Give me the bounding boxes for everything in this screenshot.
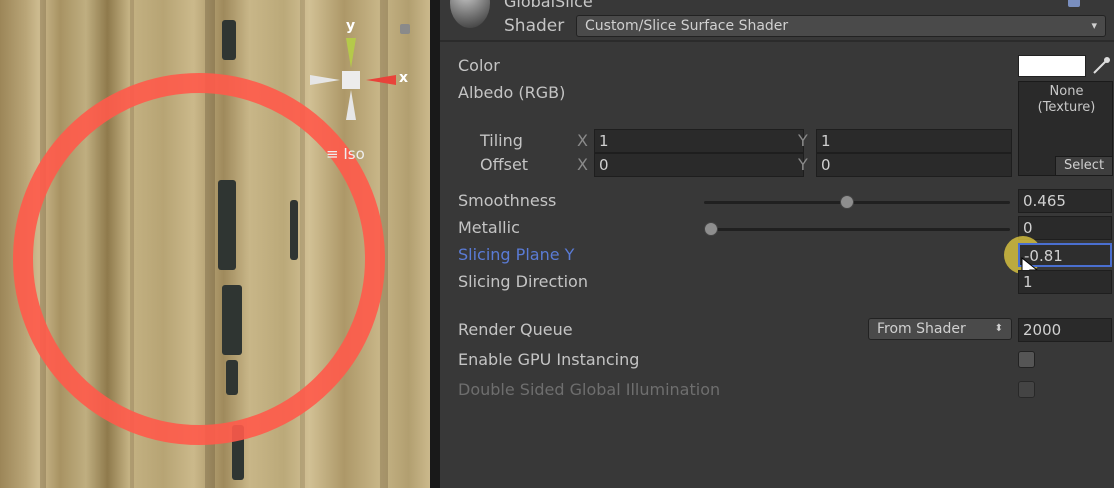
smoothness-slider-thumb[interactable] [839, 195, 854, 209]
texture-none-text: None [1049, 84, 1084, 99]
gizmo-x-cone-icon[interactable] [366, 75, 396, 85]
gizmo-center-cube-icon[interactable] [342, 71, 360, 89]
offset-x-field[interactable]: 0 [594, 153, 804, 177]
slicing-direction-field[interactable]: 1 [1018, 270, 1112, 294]
tiling-label: Tiling [480, 131, 523, 150]
tiling-y-label: Y [798, 131, 808, 150]
offset-y-field[interactable]: 0 [816, 153, 1012, 177]
double-sided-gi-label: Double Sided Global Illumination [458, 380, 721, 399]
panel-divider [430, 0, 440, 488]
offset-y-label: Y [798, 155, 808, 174]
projection-label: Iso [343, 145, 365, 163]
dropdown-arrows-icon: ▾ [1091, 19, 1097, 32]
shader-label: Shader [504, 16, 565, 36]
render-queue-source: From Shader [877, 321, 966, 337]
orientation-gizmo[interactable] [300, 20, 410, 140]
material-name: GlobalSlice [504, 0, 593, 11]
header-separator [440, 40, 1114, 42]
smoothness-slider-track[interactable] [704, 201, 1010, 204]
color-label: Color [458, 56, 500, 75]
offset-label: Offset [480, 155, 529, 174]
smoothness-label: Smoothness [458, 191, 557, 210]
texture-kind-text: (Texture) [1037, 100, 1096, 115]
render-queue-label: Render Queue [458, 320, 573, 339]
albedo-label: Albedo (RGB) [458, 83, 566, 102]
material-preview-sphere [450, 0, 490, 28]
settings-icon[interactable] [1068, 0, 1080, 7]
gizmo-y-label: y [346, 18, 356, 34]
metallic-slider-track[interactable] [704, 228, 1010, 231]
gpu-instancing-label: Enable GPU Instancing [458, 350, 640, 369]
metallic-slider-thumb[interactable] [704, 222, 718, 236]
scene-view[interactable]: y x ≡ Iso [0, 0, 430, 488]
lock-icon[interactable] [400, 24, 410, 34]
render-queue-field[interactable]: 2000 [1018, 318, 1112, 342]
gizmo-neg-y-cone-icon[interactable] [346, 90, 356, 120]
slicing-direction-label: Slicing Direction [458, 272, 588, 291]
tiling-x-field[interactable]: 1 [594, 129, 804, 153]
shader-dropdown[interactable]: Custom/Slice Surface Shader ▾ [576, 15, 1106, 37]
gizmo-neg-x-cone-icon[interactable] [310, 75, 340, 85]
gizmo-y-cone-icon[interactable] [346, 38, 356, 68]
metallic-label: Metallic [458, 218, 520, 237]
slicing-plane-label: Slicing Plane Y [458, 245, 575, 264]
double-sided-gi-checkbox[interactable] [1018, 381, 1035, 398]
eyedropper-icon[interactable] [1091, 56, 1111, 76]
texture-select-button[interactable]: Select [1055, 156, 1112, 175]
albedo-texture-slot[interactable]: None (Texture) Select [1018, 81, 1113, 176]
gpu-instancing-checkbox[interactable] [1018, 351, 1035, 368]
projection-toggle[interactable]: ≡ Iso [326, 145, 365, 163]
dropdown-arrows-icon: ⬍ [994, 323, 1003, 334]
tiling-y-field[interactable]: 1 [816, 129, 1012, 153]
color-swatch[interactable] [1018, 55, 1086, 77]
menu-icon: ≡ [326, 145, 339, 163]
smoothness-field[interactable]: 0.465 [1018, 189, 1112, 213]
gizmo-x-label: x [399, 70, 409, 86]
material-inspector: GlobalSlice Shader Custom/Slice Surface … [440, 0, 1114, 488]
tiling-x-label: X [577, 131, 588, 150]
shader-value: Custom/Slice Surface Shader [585, 18, 789, 34]
offset-x-label: X [577, 155, 588, 174]
render-queue-dropdown[interactable]: From Shader ⬍ [868, 318, 1012, 340]
metallic-field[interactable]: 0 [1018, 216, 1112, 240]
